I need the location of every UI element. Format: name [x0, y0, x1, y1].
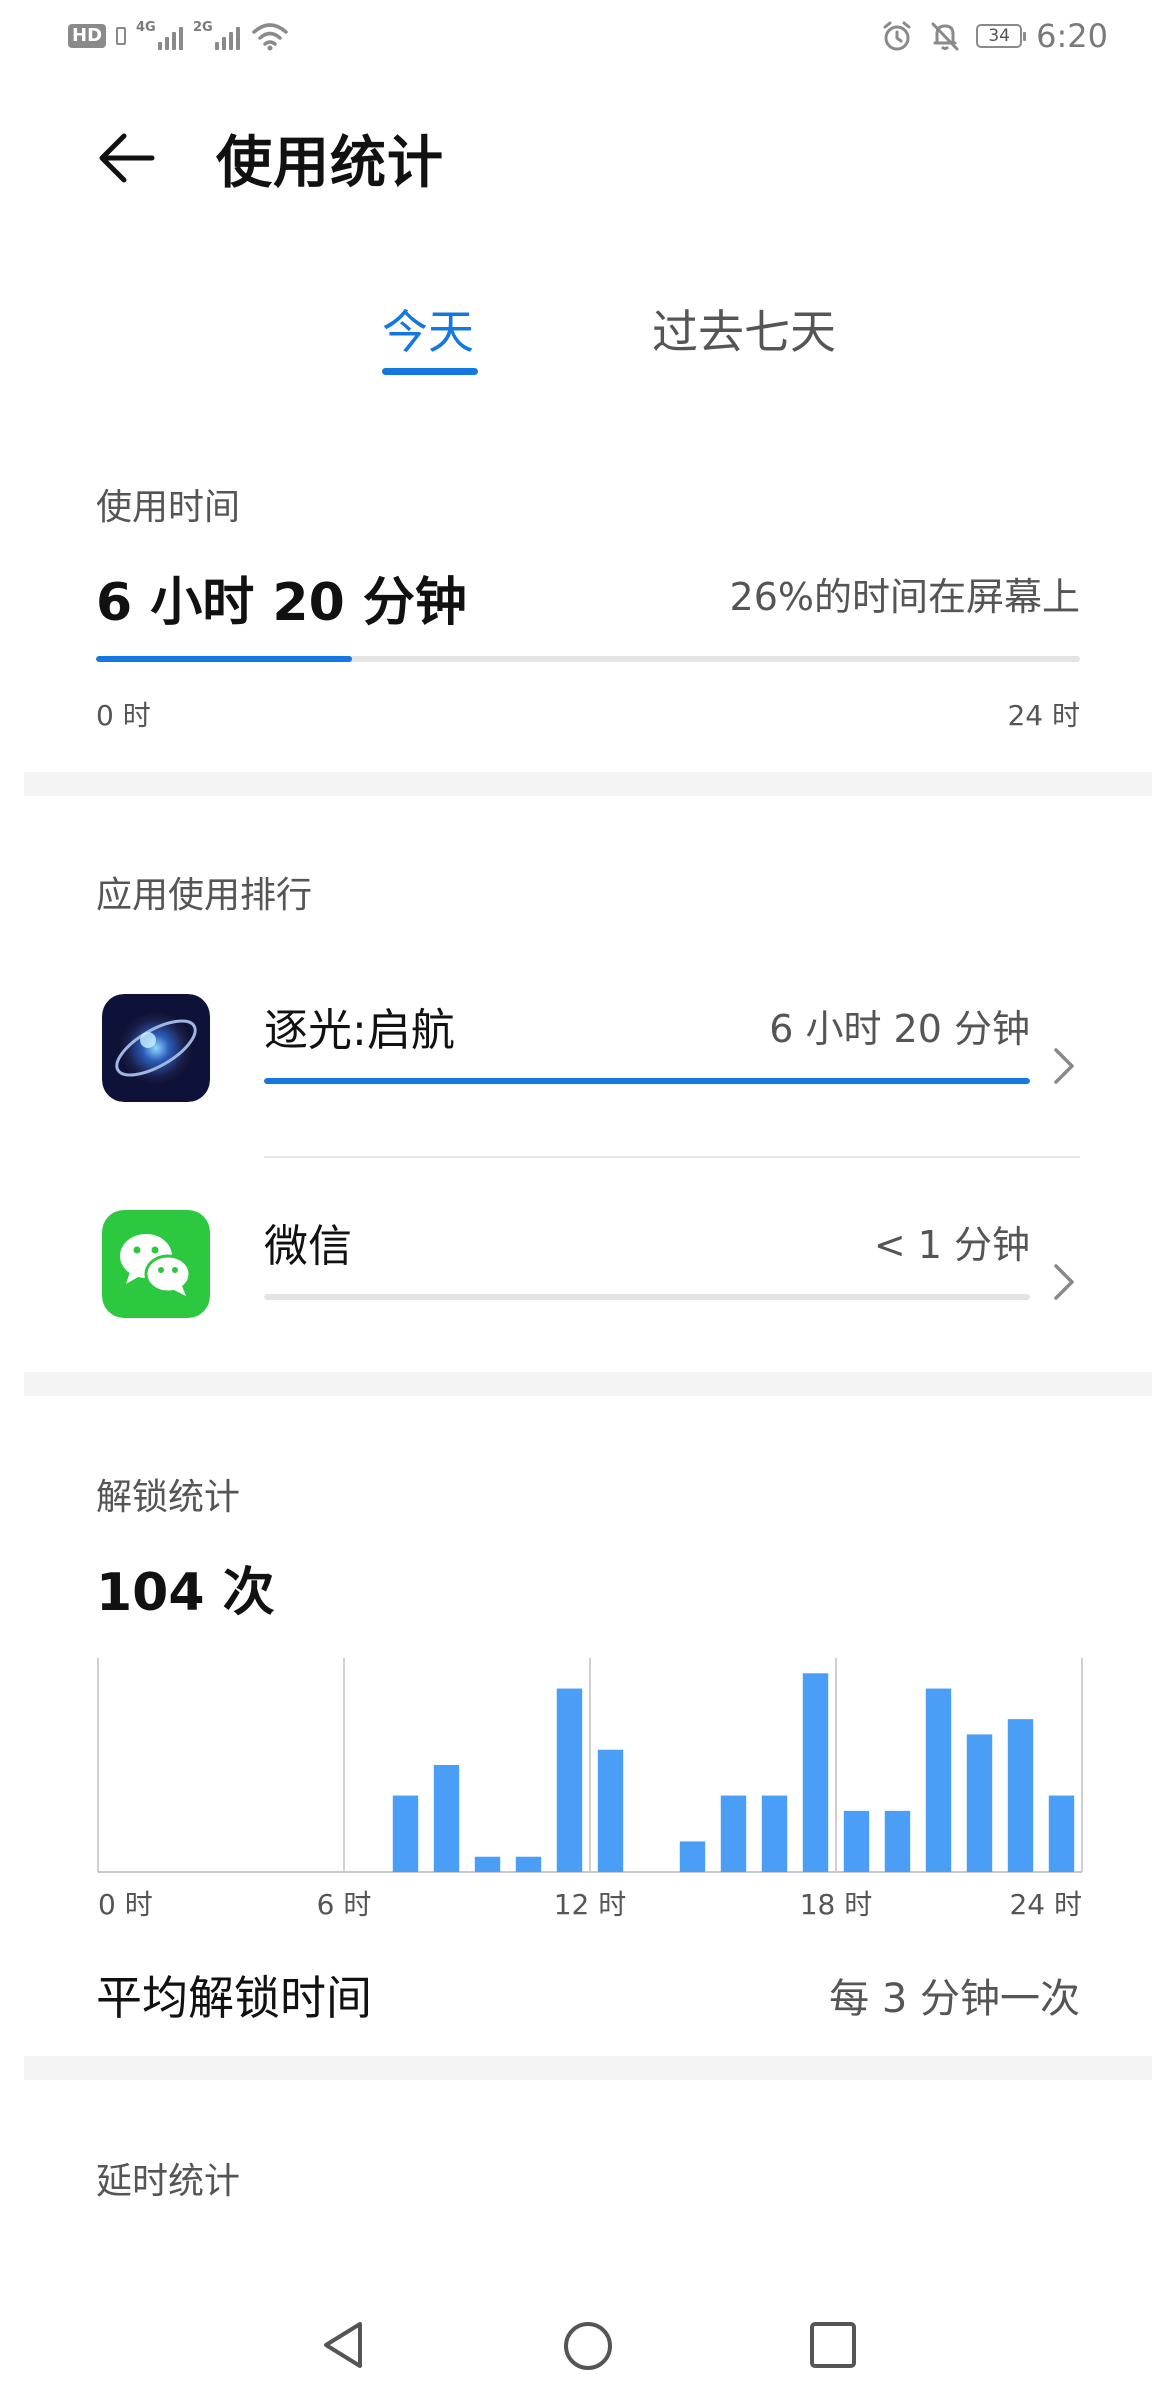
chart-bar [802, 1673, 829, 1872]
chart-bar [925, 1688, 952, 1872]
chart-bar [1048, 1795, 1075, 1872]
usage-axis-start: 0 时 [96, 699, 151, 732]
game-icon [102, 994, 210, 1102]
usage-percent: 26%的时间在屏幕上 [729, 575, 1080, 619]
page-title: 使用统计 [216, 131, 444, 196]
chart-tick-label: 0 时 [98, 1888, 153, 1921]
chart-tick-label: 18 时 [800, 1888, 873, 1921]
unlock-count: 104 次 [96, 1563, 275, 1623]
avg-unlock-label: 平均解锁时间 [96, 1971, 372, 2025]
chart-bar [433, 1765, 460, 1872]
nav-home-icon[interactable] [560, 2318, 616, 2374]
section-divider [24, 2056, 1152, 2080]
app-usage-bar [264, 1294, 1030, 1300]
mute-bell-icon [931, 22, 959, 51]
nav-back-icon[interactable] [316, 2318, 370, 2372]
delay-section-label: 延时统计 [96, 2161, 241, 2202]
signal-icon-2g: 2G [193, 20, 241, 50]
status-bar-left: HD 4G 2G [68, 16, 290, 56]
chart-bar [720, 1795, 747, 1872]
chart-bar [474, 1856, 501, 1872]
status-time: 6:20 [1036, 17, 1108, 55]
hd-icon: HD [68, 24, 107, 48]
sim-icon [116, 27, 127, 45]
chart-bar [884, 1810, 911, 1872]
avg-unlock-value: 每 3 分钟一次 [829, 1976, 1080, 2022]
chart-bar [392, 1795, 419, 1872]
chart-bar [679, 1841, 706, 1872]
app-time: < 1 分钟 [873, 1223, 1030, 1267]
app-usage-fill [264, 1078, 1030, 1084]
wechat-icon [102, 1210, 210, 1318]
signal-icon-4g: 4G [136, 20, 184, 50]
tab-indicator [382, 368, 478, 375]
chart-bar [597, 1749, 624, 1872]
chart-bar [556, 1688, 583, 1872]
usage-section-label: 使用时间 [96, 487, 241, 528]
tab-past-seven-days[interactable]: 过去七天 [652, 296, 836, 362]
chart-tick-label: 24 时 [1009, 1888, 1082, 1921]
usage-total: 6 小时 20 分钟 [96, 573, 467, 633]
chart-tick-label: 6 时 [317, 1888, 372, 1921]
battery-icon: 34 [976, 24, 1027, 48]
section-divider [24, 1372, 1152, 1396]
navigation-bar [0, 2290, 1176, 2400]
section-divider [24, 772, 1152, 796]
alarm-icon [883, 21, 911, 51]
chevron-right-icon [1054, 1264, 1074, 1300]
chart-tick-label: 12 时 [554, 1888, 627, 1921]
usage-progress-bar [96, 656, 1080, 662]
app-usage-bar [264, 1078, 1030, 1084]
chevron-right-icon [1054, 1048, 1074, 1084]
app-row-wechat[interactable]: 微信 < 1 分钟 [0, 1176, 1176, 1376]
chart-bar [515, 1856, 542, 1872]
app-row-game[interactable]: 逐光:启航 6 小时 20 分钟 [0, 960, 1176, 1160]
chart-bar [1007, 1719, 1034, 1872]
row-divider [264, 1156, 1080, 1158]
app-name: 逐光:启航 [264, 1005, 455, 1056]
app-name: 微信 [264, 1221, 352, 1272]
usage-axis-end: 24 时 [1007, 699, 1080, 732]
chart-bar [761, 1795, 788, 1872]
wifi-icon [252, 23, 288, 51]
usage-progress-fill [96, 656, 352, 662]
unlock-section-label: 解锁统计 [96, 1477, 241, 1518]
ranking-section-label: 应用使用排行 [96, 875, 313, 916]
chart-bar [843, 1810, 870, 1872]
app-time: 6 小时 20 分钟 [769, 1007, 1030, 1051]
back-arrow-icon[interactable] [92, 122, 164, 194]
status-bar-right: 34 6:20 [880, 16, 1108, 56]
tab-today[interactable]: 今天 [382, 296, 474, 362]
chart-bar [966, 1734, 993, 1872]
unlock-chart: 0 时 6 时 12 时 18 时 24 时 [97, 1658, 1083, 1921]
nav-recents-icon[interactable] [806, 2318, 860, 2372]
